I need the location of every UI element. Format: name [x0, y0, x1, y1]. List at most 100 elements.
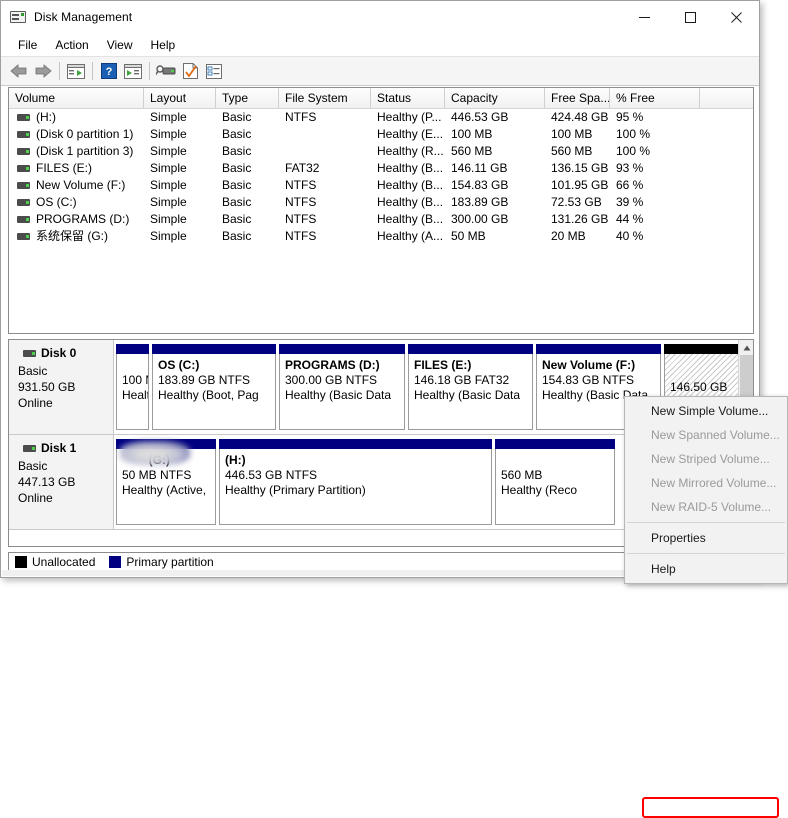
context-menu-item-new-striped-volume: New Striped Volume...: [651, 452, 770, 466]
partition-block[interactable]: FILES (E:) 146.18 GB FAT32 Healthy (Basic …: [408, 344, 533, 430]
partition-block[interactable]: 560 MB Healthy (Reco: [495, 439, 615, 525]
context-menu-item-properties[interactable]: Properties: [625, 526, 787, 550]
volume-name-label: New Volume (F:): [36, 178, 126, 192]
partition-block[interactable]: (H:) 446.53 GB NTFS Healthy (Primary Parti…: [219, 439, 492, 525]
volume-cell-filesystem: FAT32: [285, 161, 320, 175]
partition-color-bar: [152, 344, 276, 354]
volume-cell-capacity: 446.53 GB: [451, 110, 509, 124]
volume-cell-layout: Simple: [150, 212, 187, 226]
menu-file[interactable]: File: [9, 35, 46, 55]
volume-cell-status: Healthy (B...: [377, 161, 444, 175]
column-header-capacity[interactable]: Capacity: [445, 88, 545, 108]
volume-cell-type: Basic: [222, 127, 252, 141]
disk-icon: [23, 349, 36, 357]
volume-row[interactable]: 系统保留 (G:) Simple Basic NTFS Healthy (A... 50 …: [9, 228, 753, 245]
partition-status: Healthy (Basic Data: [285, 388, 392, 402]
disk-label-disk-1[interactable]: Disk 1 Basic 447.13 GB Online: [9, 435, 114, 529]
volume-row[interactable]: New Volume (F:) Simple Basic NTFS Healthy (B…: [9, 177, 753, 194]
context-menu-separator: [627, 522, 785, 523]
column-header-layout[interactable]: Layout: [144, 88, 216, 108]
column-header-status[interactable]: Status: [371, 88, 445, 108]
volume-name-label: (Disk 0 partition 1): [36, 127, 134, 141]
rescan-disks-icon[interactable]: [154, 59, 178, 83]
show-hide-action-pane-icon[interactable]: [121, 59, 145, 83]
maximize-button[interactable]: [667, 1, 713, 33]
help-icon[interactable]: ?: [97, 59, 121, 83]
volume-cell-free: 100 MB: [551, 127, 593, 141]
volume-cell-pctfree: 93 %: [616, 161, 644, 175]
column-header-file-system[interactable]: File System: [279, 88, 371, 108]
partition-block[interactable]: PROGRAMS (D:) 300.00 GB NTFS Healthy (Basi…: [279, 344, 405, 430]
volume-cell-pctfree: 44 %: [616, 212, 644, 226]
partition-details: PROGRAMS (D:) 300.00 GB NTFS Healthy (Basi…: [279, 354, 405, 430]
volume-cell-pctfree: 40 %: [616, 229, 644, 243]
volume-row[interactable]: (H:) Simple Basic NTFS Healthy (P... 446.53 G…: [9, 109, 753, 126]
close-button[interactable]: [713, 1, 759, 33]
partition-size: 300.00 GB NTFS: [285, 373, 378, 387]
forward-icon[interactable]: [31, 59, 55, 83]
volume-disk-icon: [17, 131, 30, 138]
volume-disk-icon: [17, 165, 30, 172]
context-menu-item-help[interactable]: Help: [625, 557, 787, 581]
column-header-free-space[interactable]: Free Spa...: [545, 88, 610, 108]
volume-cell-layout: Simple: [150, 229, 187, 243]
partition-color-bar: [536, 344, 661, 354]
menu-view[interactable]: View: [98, 35, 142, 55]
volume-disk-icon: [17, 199, 30, 206]
partition-block[interactable]: 100 MHealt: [116, 344, 149, 430]
context-menu-item-new-simple-volume[interactable]: New Simple Volume...: [625, 399, 787, 423]
volume-cell-free: 131.26 GB: [551, 212, 609, 226]
volume-cell-status: Healthy (R...: [377, 144, 444, 158]
volume-cell-type: Basic: [222, 212, 252, 226]
toolbar-separator: [59, 62, 60, 80]
scroll-up-icon[interactable]: [739, 340, 753, 355]
partition-color-bar: [219, 439, 492, 449]
svg-text:?: ?: [106, 66, 113, 78]
all-tasks-icon[interactable]: [202, 59, 226, 83]
volume-disk-icon: [17, 114, 30, 121]
legend-item-unallocated: Unallocated: [15, 555, 95, 569]
volume-cell-layout: Simple: [150, 161, 187, 175]
column-header-volume[interactable]: Volume: [9, 88, 144, 108]
partition-block[interactable]: (G:) 50 MB NTFS Healthy (Active,: [116, 439, 216, 525]
column-header-percent-free[interactable]: % Free: [610, 88, 700, 108]
partition-color-bar: [279, 344, 405, 354]
partition-label: OS (C:): [158, 358, 200, 372]
volume-row[interactable]: OS (C:) Simple Basic NTFS Healthy (B... 183.8…: [9, 194, 753, 211]
volume-list-pane: Volume Layout Type File System Status Ca…: [8, 87, 754, 334]
volume-cell-type: Basic: [222, 195, 252, 209]
volume-cell-status: Healthy (B...: [377, 195, 444, 209]
column-header-spacer[interactable]: [700, 88, 753, 108]
partition-status: Healthy (Basic Data: [414, 388, 521, 402]
volume-row[interactable]: (Disk 0 partition 1) Simple Basic Healthy (…: [9, 126, 753, 143]
volume-row[interactable]: (Disk 1 partition 3) Simple Basic Healthy (…: [9, 143, 753, 160]
properties-icon[interactable]: [178, 59, 202, 83]
window-controls: [621, 1, 759, 33]
volume-cell-pctfree: 39 %: [616, 195, 644, 209]
volume-row[interactable]: FILES (E:) Simple Basic FAT32 Healthy (B... 1…: [9, 160, 753, 177]
volume-disk-icon: [17, 216, 30, 223]
menu-help[interactable]: Help: [142, 35, 185, 55]
volume-row[interactable]: PROGRAMS (D:) Simple Basic NTFS Healthy (B..…: [9, 211, 753, 228]
partition-label: FILES (E:): [414, 358, 472, 372]
show-hide-console-tree-icon[interactable]: [64, 59, 88, 83]
column-header-type[interactable]: Type: [216, 88, 279, 108]
menu-action[interactable]: Action: [46, 35, 97, 55]
partition-block[interactable]: OS (C:) 183.89 GB NTFS Healthy (Boot, Pag: [152, 344, 276, 430]
partition-details: (H:) 446.53 GB NTFS Healthy (Primary Parti…: [219, 449, 492, 525]
toolbar-separator: [149, 62, 150, 80]
legend-swatch-primary-partition: [109, 556, 122, 568]
volume-name-label: PROGRAMS (D:): [36, 212, 130, 226]
partition-label: PROGRAMS (D:): [285, 358, 380, 372]
disk-label-disk-0[interactable]: Disk 0 Basic 931.50 GB Online: [9, 340, 114, 434]
volume-cell-pctfree: 100 %: [616, 144, 651, 158]
volume-cell-layout: Simple: [150, 110, 187, 124]
context-menu-item-new-raid-5-volume: New RAID-5 Volume...: [651, 500, 772, 514]
minimize-button[interactable]: [621, 1, 667, 33]
back-icon[interactable]: [7, 59, 31, 83]
volume-cell-type: Basic: [222, 110, 252, 124]
volume-cell-free: 20 MB: [551, 229, 586, 243]
volume-disk-icon: [17, 148, 30, 155]
volume-disk-icon: [17, 182, 30, 189]
partition-label: [122, 358, 148, 373]
